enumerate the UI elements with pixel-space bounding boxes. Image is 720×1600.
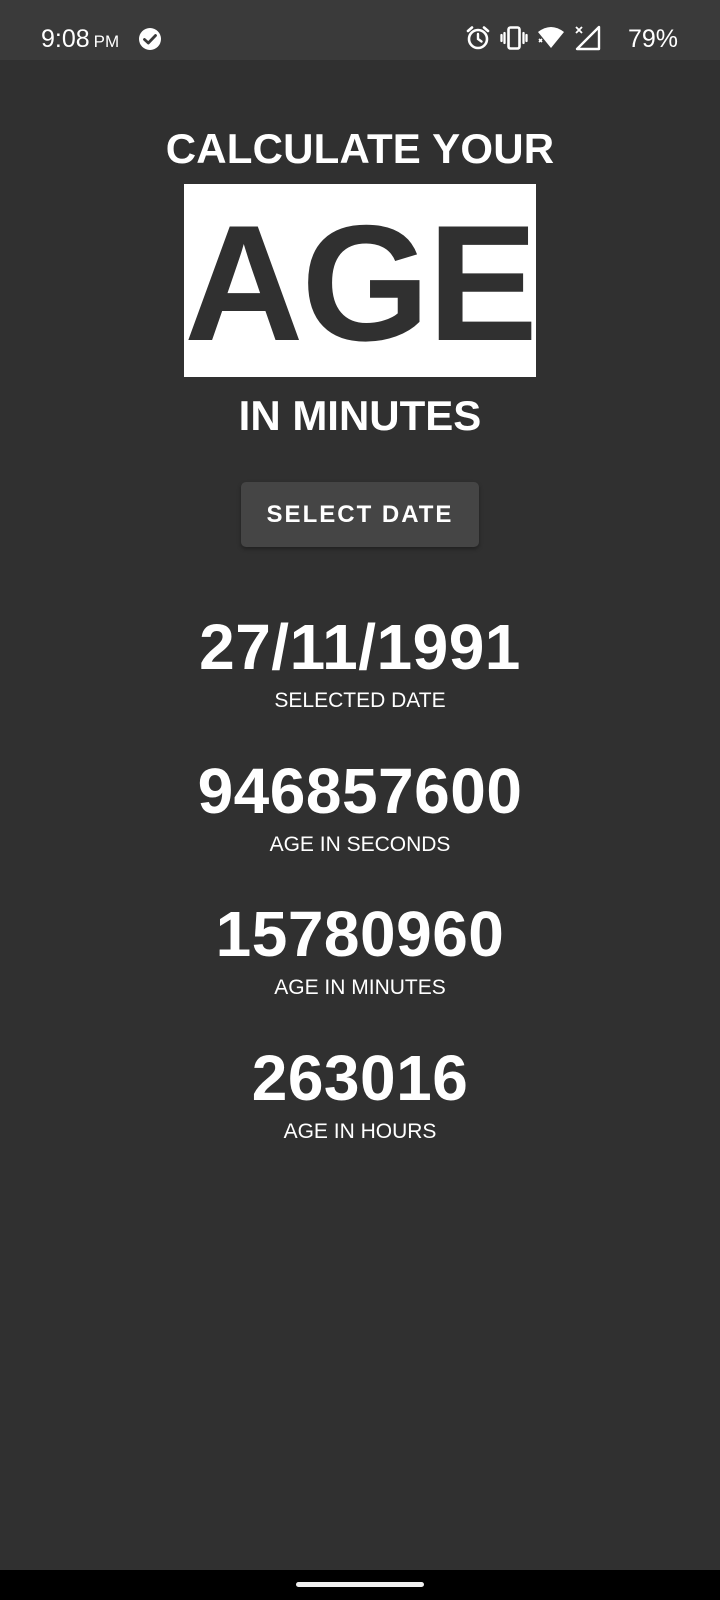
status-icons <box>465 24 602 52</box>
alarm-icon <box>466 26 490 50</box>
age-banner-text: AGE <box>184 191 538 375</box>
check-circle-icon <box>139 28 161 50</box>
age-in-hours-value: 263016 <box>251 1042 469 1114</box>
home-gesture-handle[interactable] <box>296 1582 424 1587</box>
status-time-ampm: PM <box>93 32 120 51</box>
cell-signal-icon <box>575 25 601 51</box>
wifi-icon <box>538 27 564 48</box>
selected-date-block: 27/11/1991 SELECTED DATE <box>0 610 720 715</box>
age-in-minutes-label: AGE IN MINUTES <box>274 976 446 999</box>
status-time-text: 9:08 <box>41 25 90 53</box>
selected-date-value: 27/11/1991 <box>199 611 521 683</box>
status-time: 9:08 PM <box>41 22 119 59</box>
age-in-seconds-value: 946857600 <box>197 755 523 827</box>
headline-calculate-your: CALCULATE YOUR <box>165 125 555 172</box>
age-in-minutes-value: 15780960 <box>215 898 505 970</box>
selected-date-label: SELECTED DATE <box>274 689 446 712</box>
age-in-minutes-block: 15780960 AGE IN MINUTES <box>0 897 720 1002</box>
age-in-hours-label: AGE IN HOURS <box>283 1120 437 1143</box>
status-bar: 9:08 PM 79% <box>0 0 720 60</box>
select-date-button[interactable]: SELECT DATE <box>241 482 479 547</box>
vibrate-icon <box>500 26 528 50</box>
age-in-hours-block: 263016 AGE IN HOURS <box>0 1041 720 1146</box>
battery-percent: 79% <box>628 25 679 53</box>
age-banner: AGE <box>184 184 538 377</box>
age-in-seconds-block: 946857600 AGE IN SECONDS <box>0 754 720 859</box>
headline-in-minutes: IN MINUTES <box>238 392 482 439</box>
navigation-bar <box>0 1570 720 1600</box>
age-in-seconds-label: AGE IN SECONDS <box>269 833 451 856</box>
